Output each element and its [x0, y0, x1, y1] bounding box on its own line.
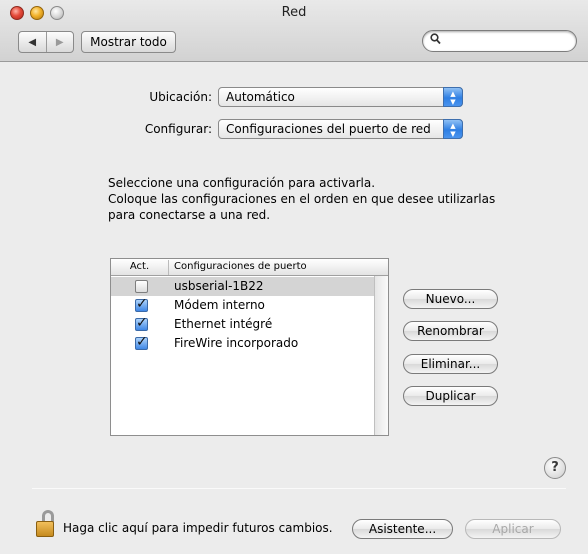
back-button[interactable]: ◀ — [19, 32, 46, 52]
lock-status-text: Haga clic aquí para impedir futuros camb… — [63, 521, 333, 535]
column-header-config[interactable]: Configuraciones de puerto — [174, 259, 307, 274]
location-label: Ubicación: — [149, 90, 212, 104]
search-field[interactable] — [422, 30, 577, 52]
active-checkbox[interactable] — [135, 280, 148, 293]
port-name: Ethernet intégré — [174, 317, 273, 331]
port-name: usbserial-1B22 — [174, 279, 264, 293]
new-button[interactable]: Nuevo... — [403, 289, 498, 309]
active-checkbox[interactable] — [135, 296, 148, 312]
delete-button[interactable]: Eliminar... — [403, 354, 498, 374]
configure-value: Configuraciones del puerto de red — [226, 122, 431, 136]
forward-button[interactable]: ▶ — [45, 32, 74, 52]
instructions-line-1: Seleccione una configuración para activa… — [108, 176, 376, 190]
forward-arrow-icon: ▶ — [55, 36, 64, 48]
port-name: FireWire incorporado — [174, 336, 299, 350]
duplicate-button[interactable]: Duplicar — [403, 386, 498, 406]
rename-button[interactable]: Renombrar — [403, 321, 498, 341]
port-configurations-table[interactable]: Act. Configuraciones de puerto usbserial… — [110, 258, 389, 436]
help-button[interactable]: ? — [544, 457, 566, 479]
configure-label: Configurar: — [144, 122, 212, 136]
window-title: Red — [281, 5, 307, 20]
lock-icon[interactable] — [36, 510, 58, 540]
instructions-line-3: para conectarse a una red. — [108, 208, 271, 222]
magnifier-icon — [430, 33, 441, 48]
configure-popup[interactable]: Configuraciones del puerto de red ▲ ▼ — [218, 119, 463, 139]
location-popup[interactable]: Automático ▲ ▼ — [218, 87, 463, 107]
separator — [32, 488, 566, 489]
column-header-active[interactable]: Act. — [111, 260, 169, 275]
show-all-button[interactable]: Mostrar todo — [81, 31, 176, 53]
toolbar: Red ◀ ▶ Mostrar todo — [0, 0, 588, 62]
popup-arrows-icon: ▲ ▼ — [443, 87, 463, 107]
apply-button[interactable]: Aplicar — [465, 519, 561, 539]
active-checkbox[interactable] — [135, 315, 148, 331]
table-header: Act. Configuraciones de puerto — [111, 259, 388, 276]
table-row[interactable]: FireWire incorporado — [111, 334, 375, 353]
location-value: Automático — [226, 90, 295, 104]
table-scrollbar[interactable] — [374, 276, 388, 435]
popup-arrows-icon: ▲ ▼ — [443, 119, 463, 139]
assistant-button[interactable]: Asistente... — [352, 519, 453, 539]
preferences-window: Red ◀ ▶ Mostrar todo Ubicación: Automáti… — [0, 0, 588, 554]
back-forward-control: ◀ ▶ — [18, 31, 74, 53]
port-name: Módem interno — [174, 298, 265, 312]
search-input[interactable] — [445, 33, 570, 49]
table-row[interactable]: Módem interno — [111, 296, 375, 315]
active-checkbox[interactable] — [135, 334, 148, 350]
table-row[interactable]: usbserial-1B22 — [111, 277, 375, 296]
instructions-line-2: Coloque las configuraciones en el orden … — [108, 192, 496, 206]
back-arrow-icon: ◀ — [28, 36, 37, 48]
table-row[interactable]: Ethernet intégré — [111, 315, 375, 334]
